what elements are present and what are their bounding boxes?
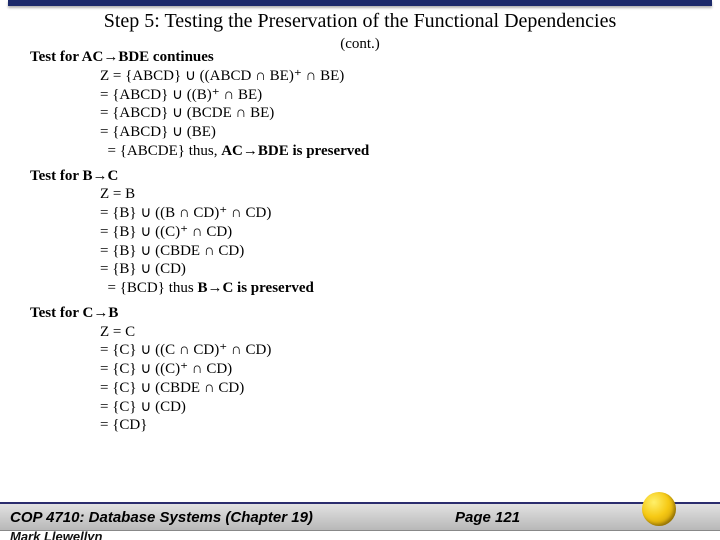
- eq-line: Z = B: [100, 185, 700, 204]
- eq-line: = {B} ∪ (CBDE ∩ CD): [100, 242, 700, 261]
- eq-line: Z = {ABCD} ∪ ((ABCD ∩ BE)⁺ ∩ BE): [100, 67, 700, 86]
- top-rule: [8, 0, 712, 6]
- test1-block: Z = {ABCD} ∪ ((ABCD ∩ BE)⁺ ∩ BE) = {ABCD…: [100, 67, 700, 161]
- test2-head: Test for B→C: [30, 167, 700, 186]
- footer-course: COP 4710: Database Systems (Chapter 19): [10, 509, 313, 526]
- eq-line: = {BCD} thus B→C is preserved: [100, 279, 700, 298]
- eq-line: = {C} ∪ ((C ∩ CD)⁺ ∩ CD): [100, 341, 700, 360]
- eq-line: Z = C: [100, 323, 700, 342]
- test1-head: Test for AC→BDE continues: [30, 48, 700, 67]
- ucf-logo-icon: [642, 492, 676, 526]
- eq-line: = {B} ∪ ((B ∩ CD)⁺ ∩ CD): [100, 204, 700, 223]
- eq-line: = {C} ∪ (CD): [100, 398, 700, 417]
- eq-line: = {ABCD} ∪ (BCDE ∩ BE): [100, 104, 700, 123]
- eq-line: = {B} ∪ (CD): [100, 260, 700, 279]
- footer-bar: COP 4710: Database Systems (Chapter 19) …: [0, 502, 720, 531]
- footer: COP 4710: Database Systems (Chapter 19) …: [0, 502, 720, 540]
- eq-line: = {ABCD} ∪ (BE): [100, 123, 700, 142]
- test2-block: Z = B = {B} ∪ ((B ∩ CD)⁺ ∩ CD) = {B} ∪ (…: [100, 185, 700, 298]
- eq-line: = {B} ∪ ((C)⁺ ∩ CD): [100, 223, 700, 242]
- eq-line: = {ABCDE} thus, AC→BDE is preserved: [100, 142, 700, 161]
- footer-author: Mark Llewellyn: [0, 531, 720, 540]
- eq-line: = {CD}: [100, 416, 700, 435]
- slide-title: Step 5: Testing the Preservation of the …: [0, 10, 720, 33]
- eq-line: = {ABCD} ∪ ((B)⁺ ∩ BE): [100, 86, 700, 105]
- test3-block: Z = C = {C} ∪ ((C ∩ CD)⁺ ∩ CD) = {C} ∪ (…: [100, 323, 700, 436]
- eq-line: = {C} ∪ ((C)⁺ ∩ CD): [100, 360, 700, 379]
- slide-body: Test for AC→BDE continues Z = {ABCD} ∪ (…: [30, 42, 700, 435]
- footer-page: Page 121: [455, 509, 520, 526]
- test3-head: Test for C→B: [30, 304, 700, 323]
- eq-line: = {C} ∪ (CBDE ∩ CD): [100, 379, 700, 398]
